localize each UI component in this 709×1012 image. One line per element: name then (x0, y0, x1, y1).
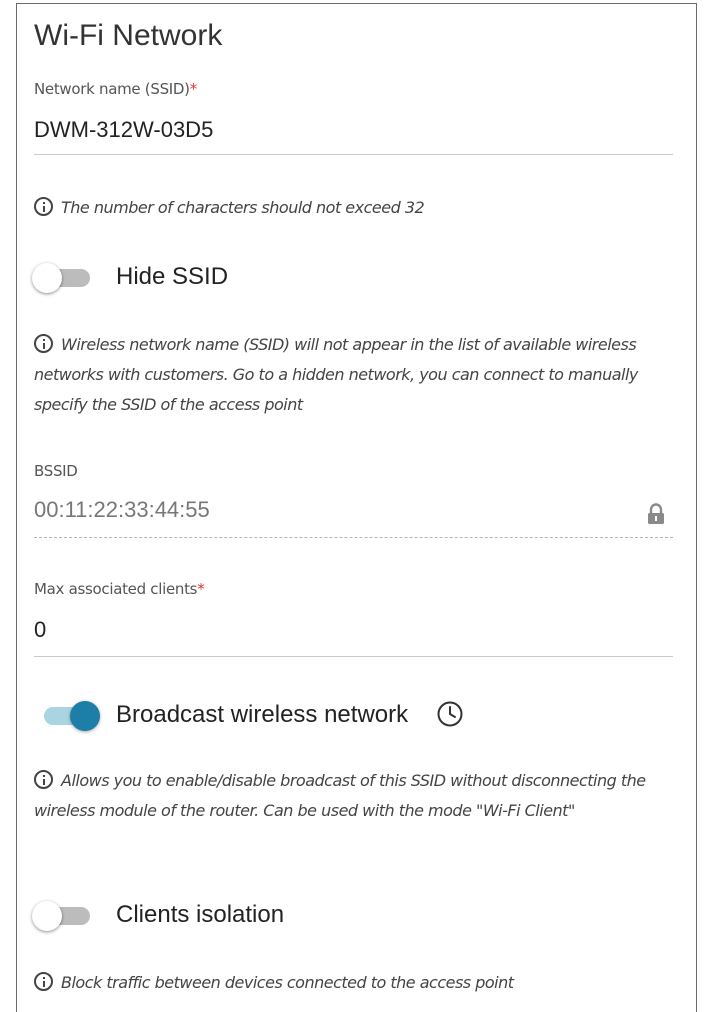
broadcast-hint: Allows you to enable/disable broadcast o… (34, 766, 679, 826)
toggle-knob (70, 701, 100, 731)
ssid-label: Network name (SSID)* (34, 80, 197, 98)
broadcast-label: Broadcast wireless network (116, 701, 409, 728)
max-clients-label-text: Max associated clients (34, 580, 198, 598)
clients-isolation-hint: Block traffic between devices connected … (34, 968, 679, 998)
required-mark: * (197, 580, 205, 598)
toggle-knob (32, 901, 62, 931)
hide-ssid-hint-text: Wireless network name (SSID) will not ap… (34, 335, 638, 414)
ssid-hint-text: The number of characters should not exce… (61, 198, 425, 217)
bssid-underline (34, 537, 673, 538)
hide-ssid-hint: Wireless network name (SSID) will not ap… (34, 330, 679, 420)
info-icon (34, 972, 53, 991)
max-clients-input[interactable]: 0 (34, 617, 46, 643)
clients-isolation-hint-text: Block traffic between devices connected … (61, 973, 514, 992)
ssid-input[interactable]: DWM-312W-03D5 (34, 117, 213, 143)
clock-icon[interactable] (436, 700, 464, 728)
ssid-hint: The number of characters should not exce… (34, 193, 679, 223)
hide-ssid-label: Hide SSID (116, 263, 229, 290)
ssid-input-underline (34, 154, 673, 155)
ssid-label-text: Network name (SSID) (34, 80, 190, 98)
info-icon (34, 334, 53, 353)
info-icon (34, 770, 53, 789)
lock-icon (648, 503, 664, 524)
section-title: Wi-Fi Network (34, 19, 223, 52)
info-icon (34, 197, 53, 216)
required-mark: * (189, 80, 198, 98)
clients-isolation-toggle[interactable] (32, 899, 92, 933)
max-clients-underline (34, 656, 673, 657)
max-clients-label: Max associated clients* (34, 580, 205, 598)
bssid-label: BSSID (34, 462, 78, 480)
broadcast-hint-text: Allows you to enable/disable broadcast o… (34, 771, 646, 820)
broadcast-toggle[interactable] (38, 699, 100, 733)
bssid-field: 00:11:22:33:44:55 (34, 497, 210, 522)
hide-ssid-toggle[interactable] (32, 261, 92, 295)
clients-isolation-label: Clients isolation (116, 901, 285, 928)
toggle-knob (32, 263, 62, 293)
